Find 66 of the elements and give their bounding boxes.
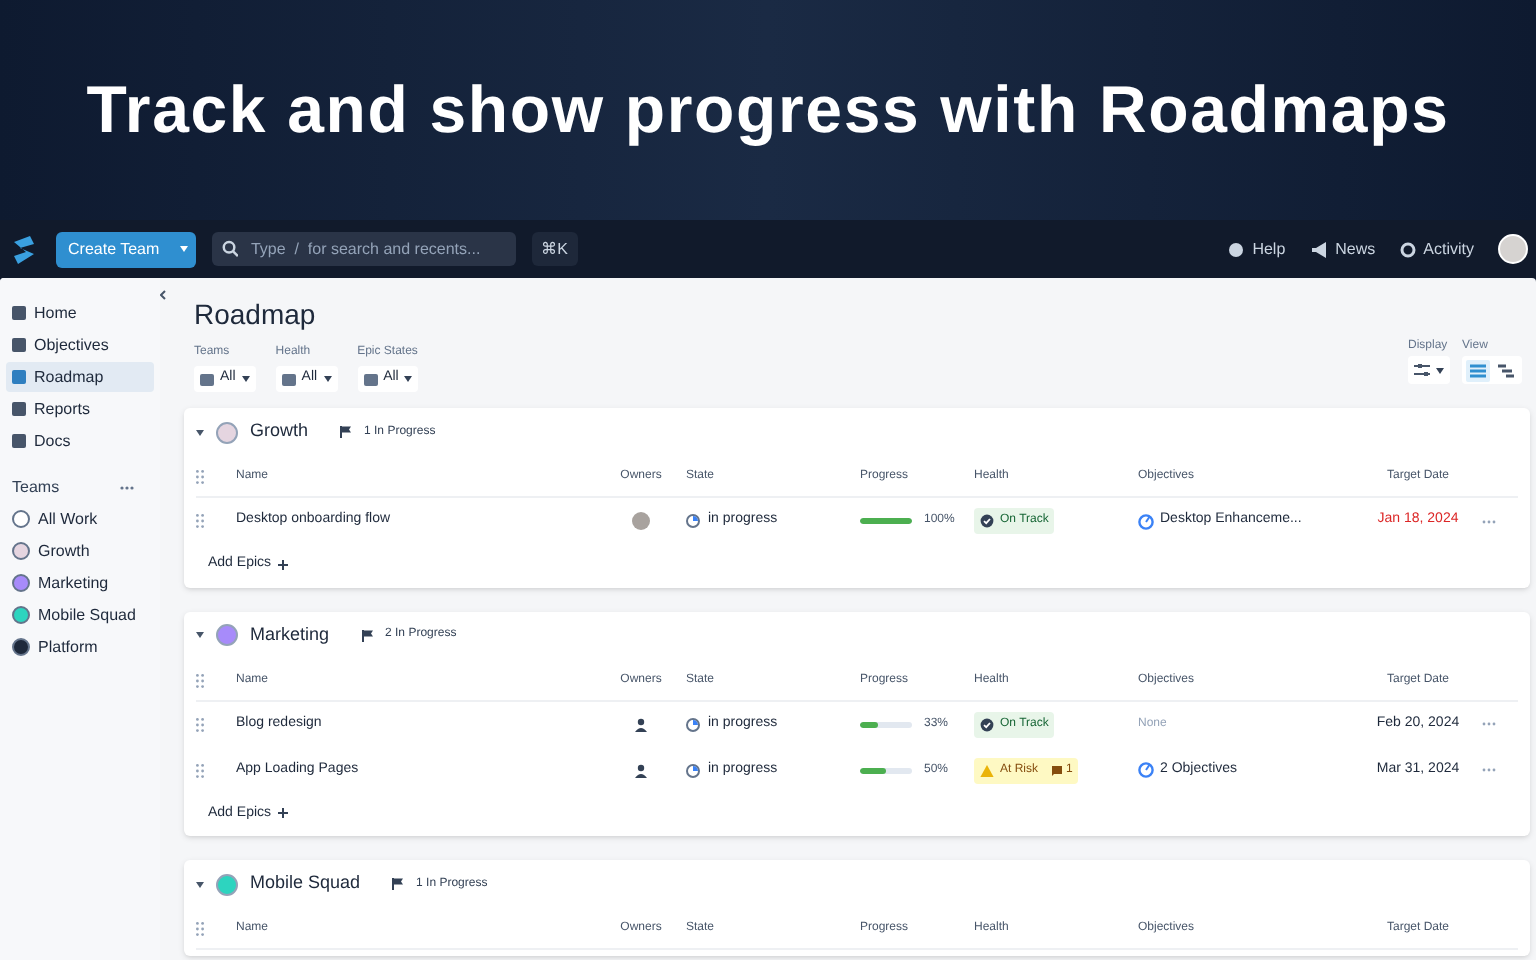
nav-icon xyxy=(12,370,26,384)
progress-circle-icon xyxy=(686,763,700,777)
nav-icon xyxy=(12,434,26,448)
plus-icon xyxy=(277,559,288,570)
team-item[interactable]: Growth xyxy=(6,536,154,566)
progress-circle-icon xyxy=(686,717,700,731)
nav-icon xyxy=(12,402,26,416)
display-dropdown[interactable] xyxy=(1408,356,1450,384)
sidebar-item[interactable]: Roadmap xyxy=(6,362,154,392)
search-field[interactable]: Type / for search and recents... xyxy=(211,232,516,266)
chevron-left-icon[interactable] xyxy=(160,290,166,300)
shortcut-key: ⌘K xyxy=(531,232,578,266)
headline: Track and show progress with Roadmaps xyxy=(86,70,1450,151)
section-heading: Teams xyxy=(12,476,60,500)
nav-icon xyxy=(12,306,26,320)
nav-icon xyxy=(12,338,26,352)
caret-icon[interactable] xyxy=(196,881,204,887)
flag-icon xyxy=(392,878,405,890)
check-circle-icon xyxy=(980,717,994,731)
drag-handle-icon[interactable] xyxy=(196,717,204,731)
sidebar-item[interactable]: Objectives xyxy=(6,330,154,360)
caret-icon xyxy=(404,376,413,382)
sidebar-item[interactable]: Home xyxy=(6,298,154,328)
help-icon xyxy=(1228,241,1245,257)
objective-icon xyxy=(1138,762,1154,778)
search-icon xyxy=(221,240,239,258)
drag-handle-icon[interactable] xyxy=(196,673,204,687)
logo-icon xyxy=(8,233,40,265)
caret-icon xyxy=(241,376,250,382)
flag-icon xyxy=(340,426,353,438)
drag-handle-icon[interactable] xyxy=(196,763,204,777)
nav-link[interactable]: Activity xyxy=(1399,237,1474,261)
check-circle-icon xyxy=(980,514,994,528)
comment-icon xyxy=(1052,765,1063,775)
activity-icon xyxy=(1399,241,1416,257)
nav-link[interactable]: Help xyxy=(1228,237,1286,261)
caret-icon xyxy=(1436,367,1444,373)
list-view-icon[interactable] xyxy=(1466,359,1490,381)
sidebar-item[interactable]: Docs xyxy=(6,426,154,456)
caret-icon xyxy=(179,246,188,252)
sidebar-item[interactable]: Reports xyxy=(6,394,154,424)
create-team-button[interactable]: Create Team xyxy=(56,231,196,267)
sliders-icon xyxy=(1414,362,1430,378)
team-item[interactable]: Marketing xyxy=(6,568,154,598)
drag-handle-icon[interactable] xyxy=(196,470,204,484)
objective-icon xyxy=(1138,513,1154,529)
nav-link[interactable]: News xyxy=(1309,237,1376,261)
team-item[interactable]: All Work xyxy=(6,504,154,534)
group-name: Mobile Squad xyxy=(250,870,361,897)
progress-circle-icon xyxy=(686,514,700,528)
drag-handle-icon[interactable] xyxy=(196,514,204,528)
plus-icon xyxy=(277,808,288,819)
user-avatar[interactable] xyxy=(1498,234,1528,264)
caret-icon[interactable] xyxy=(196,632,204,638)
flag-icon xyxy=(361,629,374,641)
group-name: Growth xyxy=(250,418,309,445)
warning-icon xyxy=(980,763,994,777)
caret-icon xyxy=(323,376,332,382)
drag-handle-icon[interactable] xyxy=(196,922,204,936)
page-title: Roadmap xyxy=(194,296,318,334)
caret-icon[interactable] xyxy=(196,429,204,435)
group-name: Marketing xyxy=(250,621,330,648)
timeline-view-icon[interactable] xyxy=(1494,359,1518,381)
team-item[interactable]: Platform xyxy=(6,632,154,662)
team-item[interactable]: Mobile Squad xyxy=(6,600,154,630)
megaphone-icon xyxy=(1309,241,1328,257)
